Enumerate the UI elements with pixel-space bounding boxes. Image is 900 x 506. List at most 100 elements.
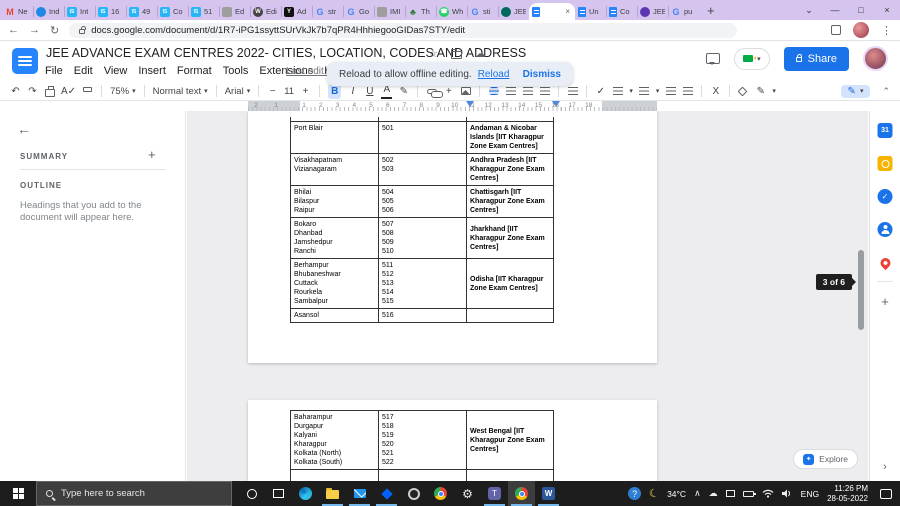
browser-tab[interactable]: IS 51 — [188, 3, 219, 20]
fill-color-icon[interactable] — [737, 84, 749, 99]
weather-moon-icon[interactable]: ☾ — [648, 486, 661, 501]
line-spacing-icon[interactable] — [567, 84, 578, 99]
add-summary-icon[interactable]: + — [148, 147, 156, 162]
menu-file[interactable]: File — [45, 65, 63, 77]
document-page-3[interactable]: Port Blair 501 Andaman & Nicobar Islands [… — [248, 111, 657, 363]
browser-tab[interactable]: IS 49 — [126, 3, 157, 20]
browser-tab[interactable]: Un — [575, 3, 606, 20]
cortana-taskbar-button[interactable] — [238, 481, 265, 506]
open-comments-icon[interactable] — [706, 53, 721, 65]
border-color-dropdown-icon[interactable]: ▾ — [772, 87, 776, 95]
google-calendar-icon[interactable]: 31 — [877, 123, 893, 138]
clear-formatting-icon[interactable]: X — [710, 84, 721, 99]
browser-tab[interactable]: IS 16 — [95, 3, 126, 20]
hide-side-panel-icon[interactable]: › — [883, 461, 887, 473]
help-tray-icon[interactable]: ? — [628, 487, 642, 500]
get-addons-icon[interactable]: + — [878, 294, 893, 309]
browser-tab[interactable]: G Go — [343, 3, 374, 20]
checklist-icon[interactable]: ✓ — [595, 84, 606, 99]
browser-menu-icon[interactable]: ⋮ — [881, 24, 892, 37]
onedrive-cloud-icon[interactable]: ☁ — [709, 488, 718, 499]
browser-tab[interactable]: IS Co — [157, 3, 188, 20]
menu-format[interactable]: Format — [177, 65, 212, 77]
font-select[interactable]: Arial ▾ — [225, 86, 251, 97]
menu-edit[interactable]: Edit — [74, 65, 93, 77]
google-maps-icon[interactable] — [877, 255, 893, 270]
close-panel-arrow-icon[interactable]: ← — [17, 121, 31, 137]
language-indicator[interactable]: ENG — [801, 489, 819, 499]
account-avatar[interactable] — [863, 46, 888, 71]
increase-indent-icon[interactable] — [682, 84, 693, 99]
battery-icon[interactable] — [742, 490, 756, 497]
bulleted-list-icon[interactable] — [612, 84, 623, 99]
wifi-icon[interactable] — [762, 489, 774, 498]
decrease-indent-icon[interactable] — [665, 84, 676, 99]
last-edit-link[interactable]: Last edit wa — [286, 66, 331, 77]
toast-dismiss-button[interactable]: Dismiss — [523, 69, 561, 80]
ring-app-taskbar-button[interactable] — [400, 481, 427, 506]
border-color-icon[interactable]: ✎ — [755, 84, 766, 99]
redo-icon[interactable]: ↷ — [27, 84, 38, 99]
zoom-select[interactable]: 75% ▾ — [110, 86, 136, 97]
browser-tab[interactable]: JEE — [498, 3, 529, 20]
browser-tab[interactable]: IS Int — [64, 3, 95, 20]
scrollbar-thumb[interactable] — [858, 250, 864, 330]
chrome-active-taskbar-button[interactable] — [508, 481, 535, 506]
chrome-taskbar-button[interactable] — [427, 481, 454, 506]
menu-tools[interactable]: Tools — [223, 65, 249, 77]
browser-tab[interactable]: Ind — [33, 3, 64, 20]
new-tab-button[interactable]: + — [707, 3, 715, 18]
browser-tab[interactable]: Y Ad — [281, 3, 312, 20]
hidden-icons-chevron-icon[interactable]: ∧ — [694, 488, 701, 499]
browser-tab[interactable]: IMI — [374, 3, 405, 20]
cloud-status-icon[interactable]: ☁ — [475, 47, 486, 60]
browser-tab[interactable]: Gpu — [668, 3, 699, 20]
print-icon[interactable] — [44, 84, 55, 99]
browser-tab[interactable]: Gstr — [312, 3, 343, 20]
numbered-list-dropdown-icon[interactable]: ▾ — [656, 87, 660, 95]
editing-mode-button[interactable]: ✎ ▾ — [840, 84, 871, 98]
temperature-text[interactable]: 34°C — [667, 489, 686, 499]
file-explorer-taskbar-button[interactable] — [319, 481, 346, 506]
dropbox-taskbar-button[interactable] — [373, 481, 400, 506]
docs-logo-icon[interactable] — [12, 48, 38, 74]
url-field[interactable]: docs.google.com/document/d/1R7-iPG1ssytt… — [69, 22, 738, 38]
bulleted-list-dropdown-icon[interactable]: ▾ — [629, 87, 633, 95]
numbered-list-icon[interactable] — [639, 84, 650, 99]
move-folder-icon[interactable] — [450, 48, 462, 59]
browser-tab[interactable]: Ed — [219, 3, 250, 20]
hide-menus-icon[interactable]: ⌃ — [882, 86, 890, 97]
settings-taskbar-button[interactable]: ⚙ — [454, 481, 481, 506]
edge-taskbar-button[interactable] — [292, 481, 319, 506]
tab-search-chevron-icon[interactable]: ⌄ — [796, 5, 822, 16]
browser-tab[interactable]: ☎ Wh — [436, 3, 467, 20]
browser-tab-active[interactable]: × — [529, 3, 575, 20]
star-icon[interactable]: ☆ — [428, 47, 438, 60]
document-page-4[interactable]: Baharampur Durgapur Kalyani Kharagpur Kolkat… — [248, 400, 657, 481]
browser-tab[interactable]: ♣ Th — [405, 3, 436, 20]
taskbar-search[interactable]: Type here to search — [36, 481, 232, 506]
toast-reload-link[interactable]: Reload — [478, 69, 510, 80]
decrease-font-icon[interactable]: − — [267, 84, 278, 99]
action-center-icon[interactable] — [880, 488, 892, 499]
share-button[interactable]: Share — [783, 46, 849, 71]
browser-tab[interactable]: Gsti — [467, 3, 498, 20]
extensions-icon[interactable] — [831, 25, 841, 35]
paint-format-icon[interactable] — [82, 84, 93, 99]
mail-taskbar-button[interactable] — [346, 481, 373, 506]
browser-tab[interactable]: JEE — [637, 3, 668, 20]
browser-tab[interactable]: Co — [606, 3, 637, 20]
menu-insert[interactable]: Insert — [138, 65, 166, 77]
browser-tab[interactable]: W Edi — [250, 3, 281, 20]
spellcheck-icon[interactable]: A✓ — [61, 84, 76, 99]
clock[interactable]: 11:26 PM 28-05-2022 — [827, 484, 868, 504]
meet-button[interactable]: ▾ — [734, 47, 770, 70]
start-button[interactable] — [0, 481, 36, 506]
window-maximize-button[interactable]: □ — [848, 5, 874, 15]
google-tasks-icon[interactable]: ✓ — [877, 189, 893, 204]
back-icon[interactable]: ← — [8, 24, 19, 36]
font-size-field[interactable]: 11 — [284, 86, 294, 97]
increase-font-icon[interactable]: + — [300, 84, 311, 99]
google-keep-icon[interactable] — [877, 156, 893, 171]
task-view-taskbar-button[interactable] — [265, 481, 292, 506]
